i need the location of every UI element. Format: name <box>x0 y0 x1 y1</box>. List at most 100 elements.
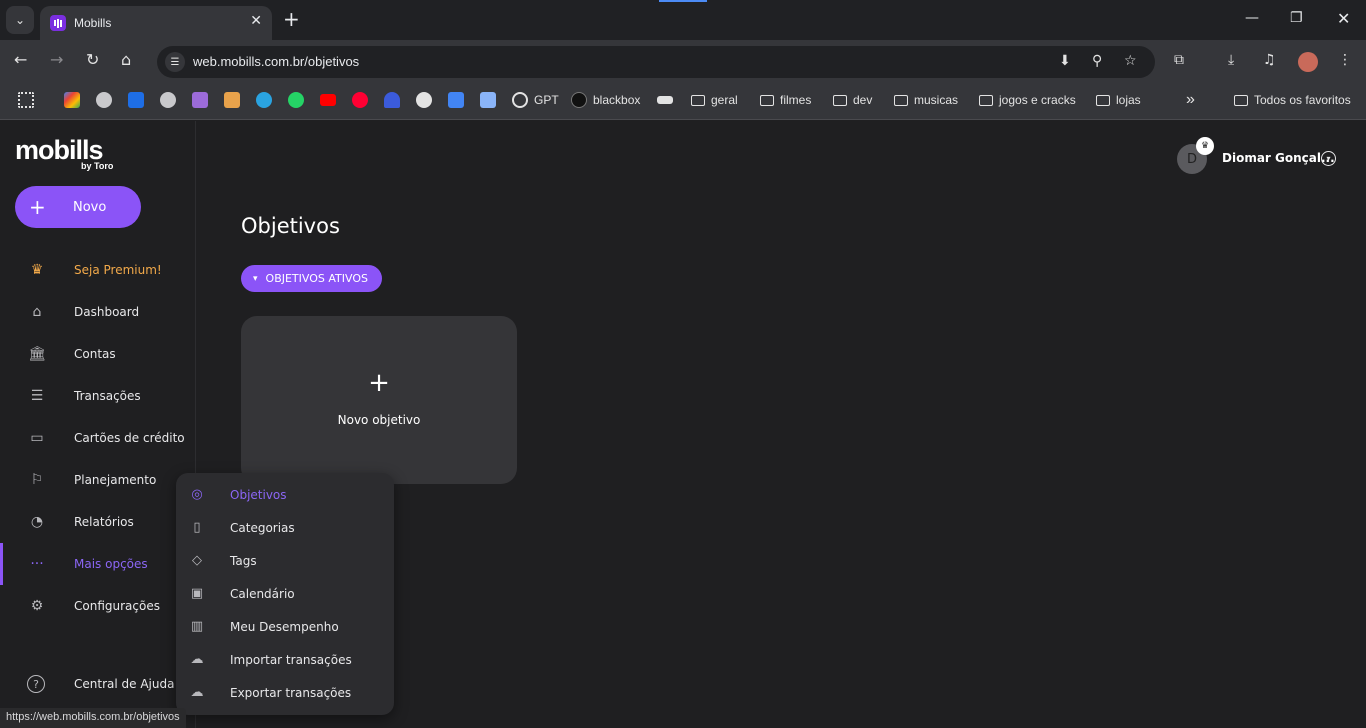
menu-item-tags[interactable]: ◇ Tags <box>176 544 394 577</box>
bookmark-tv[interactable] <box>192 92 208 108</box>
new-goal-label: Novo objetivo <box>337 413 421 427</box>
home-button[interactable]: ⌂ <box>121 50 131 70</box>
tab-strip-accent <box>659 0 707 2</box>
bookmark-image[interactable] <box>480 92 496 108</box>
more-options-menu: ◎ Objetivos ▯ Categorias ◇ Tags ▣ Calend… <box>176 473 394 715</box>
folder-icon <box>1096 94 1110 106</box>
globe-icon <box>160 92 176 108</box>
gear-icon: ⚙ <box>30 598 44 614</box>
sidebar-item-cartoes[interactable]: ▭ Cartões de crédito <box>0 417 196 459</box>
bookmark-whatsapp[interactable] <box>288 92 304 108</box>
bookmark-folder-geral[interactable]: geral <box>691 92 738 108</box>
list-icon: ☰ <box>30 388 44 404</box>
browser-menu-icon[interactable]: ⋮ <box>1338 52 1352 68</box>
heart-icon <box>384 92 400 108</box>
sidebar-item-configuracoes[interactable]: ⚙ Configurações <box>0 585 196 627</box>
tv-icon <box>192 92 208 108</box>
minimize-window-button[interactable]: — <box>1245 10 1259 26</box>
bookmark-folder-filmes[interactable]: filmes <box>760 92 811 108</box>
sidebar-item-planejamento[interactable]: ⚐ Planejamento <box>0 459 196 501</box>
plus-icon: + <box>29 195 46 219</box>
sidebar-item-mais-opcoes[interactable]: ··· Mais opções <box>0 543 196 585</box>
bookmark-github[interactable] <box>416 92 432 108</box>
sidebar-item-dashboard[interactable]: ⌂ Dashboard <box>0 291 196 333</box>
more-bookmarks-button[interactable]: » <box>1186 91 1195 108</box>
sidebar-item-premium[interactable]: ♛ Seja Premium! <box>0 249 196 291</box>
menu-item-categorias[interactable]: ▯ Categorias <box>176 511 394 544</box>
logo-subtitle: by Toro <box>81 161 114 171</box>
bookmark-youtube[interactable] <box>320 92 336 108</box>
bookmark-folder-lojas[interactable]: lojas <box>1096 92 1141 108</box>
forward-button[interactable]: → <box>50 50 63 70</box>
bookmark-folder-dev[interactable]: dev <box>833 92 872 108</box>
bookmark-folder-musicas[interactable]: musicas <box>894 92 958 108</box>
bookmark-gmail[interactable] <box>64 92 80 108</box>
github-icon <box>416 92 432 108</box>
menu-item-exportar[interactable]: ☁ Exportar transações <box>176 676 394 709</box>
more-dots-icon: ··· <box>30 556 44 572</box>
back-button[interactable]: ← <box>14 50 27 70</box>
menu-item-desempenho[interactable]: ▥ Meu Desempenho <box>176 610 394 643</box>
sidebar-item-relatorios[interactable]: ◔ Relatórios <box>0 501 196 543</box>
close-tab-icon[interactable]: ✕ <box>250 13 262 29</box>
bookmark-folder-jogos[interactable]: jogos e cracks <box>979 92 1076 108</box>
browser-tab-bar: ⌄ Mobills ✕ + — ❐ ✕ <box>0 0 1366 40</box>
new-tab-button[interactable]: + <box>283 8 300 30</box>
bookmark-telegram[interactable] <box>256 92 272 108</box>
zoom-icon[interactable]: ⚲ <box>1092 53 1102 69</box>
bookmark-gpt[interactable]: GPT <box>512 92 559 108</box>
help-icon: ? <box>27 675 45 693</box>
install-app-icon[interactable]: ⬇ <box>1059 53 1071 69</box>
sidebar-item-contas[interactable]: 🏛 Contas <box>0 333 196 375</box>
folder-icon <box>691 94 705 106</box>
tag-icon: ◇ <box>192 553 202 568</box>
bookmark-all-favorites[interactable]: Todos os favoritos <box>1234 92 1351 108</box>
extensions-icon[interactable]: ⧉ <box>1174 52 1184 68</box>
media-controls-icon[interactable]: ♫ <box>1263 52 1276 68</box>
bookmark-youtube-music[interactable] <box>352 92 368 108</box>
address-bar[interactable]: ☰ web.mobills.com.br/objetivos ⬇ ⚲ ☆ <box>157 46 1155 78</box>
bookmark-blackbox[interactable]: blackbox <box>571 92 640 108</box>
active-goals-filter-button[interactable]: ▾ OBJETIVOS ATIVOS <box>241 265 382 292</box>
sidebar-item-transacoes[interactable]: ☰ Transações <box>0 375 196 417</box>
reload-button[interactable]: ↻ <box>86 50 99 70</box>
tab-search-button[interactable]: ⌄ <box>6 6 34 34</box>
bookmark-star-icon[interactable]: ☆ <box>1124 53 1137 69</box>
restore-window-button[interactable]: ❐ <box>1290 10 1303 26</box>
store-icon <box>224 92 240 108</box>
bookmark-globe-2[interactable] <box>160 92 176 108</box>
site-settings-icon[interactable]: ☰ <box>165 52 185 72</box>
credit-card-icon: ▭ <box>30 430 44 446</box>
plus-icon: + <box>368 368 390 398</box>
browser-toolbar: ← → ↻ ⌂ ☰ web.mobills.com.br/objetivos ⬇… <box>0 40 1366 80</box>
bookmark-globe-1[interactable] <box>96 92 112 108</box>
user-menu-chevron-icon[interactable]: ▾ <box>1321 151 1336 166</box>
tab-title: Mobills <box>74 16 112 30</box>
folder-icon <box>760 94 774 106</box>
profile-avatar[interactable] <box>1298 52 1318 72</box>
menu-item-importar[interactable]: ☁ Importar transações <box>176 643 394 676</box>
bookmark-apps[interactable] <box>18 92 34 108</box>
new-button[interactable]: + Novo <box>15 186 141 228</box>
new-goal-card[interactable]: + Novo objetivo <box>241 316 517 484</box>
openai-icon <box>512 92 528 108</box>
pie-chart-icon: ◔ <box>30 514 44 530</box>
apps-grid-icon <box>18 92 34 108</box>
bookmark-translate[interactable] <box>448 92 464 108</box>
active-indicator <box>0 543 3 585</box>
bookmark-store[interactable] <box>224 92 240 108</box>
flag-icon: ⚐ <box>30 472 44 488</box>
mobills-favicon-icon <box>50 15 66 31</box>
bookmark-heart[interactable] <box>384 92 400 108</box>
close-window-button[interactable]: ✕ <box>1337 9 1350 28</box>
url-text[interactable]: web.mobills.com.br/objetivos <box>193 54 359 69</box>
menu-item-calendario[interactable]: ▣ Calendário <box>176 577 394 610</box>
globe-icon <box>96 92 112 108</box>
bookmark-blue[interactable] <box>128 92 144 108</box>
downloads-icon[interactable]: ⤓ <box>1228 52 1234 68</box>
bookmark-amazon[interactable] <box>657 92 673 108</box>
username[interactable]: Diomar Gonçal... <box>1222 151 1335 165</box>
sidebar-item-ajuda[interactable]: ? Central de Ajuda <box>0 663 196 705</box>
menu-item-objetivos[interactable]: ◎ Objetivos <box>176 478 394 511</box>
browser-tab[interactable]: Mobills ✕ <box>40 6 272 40</box>
